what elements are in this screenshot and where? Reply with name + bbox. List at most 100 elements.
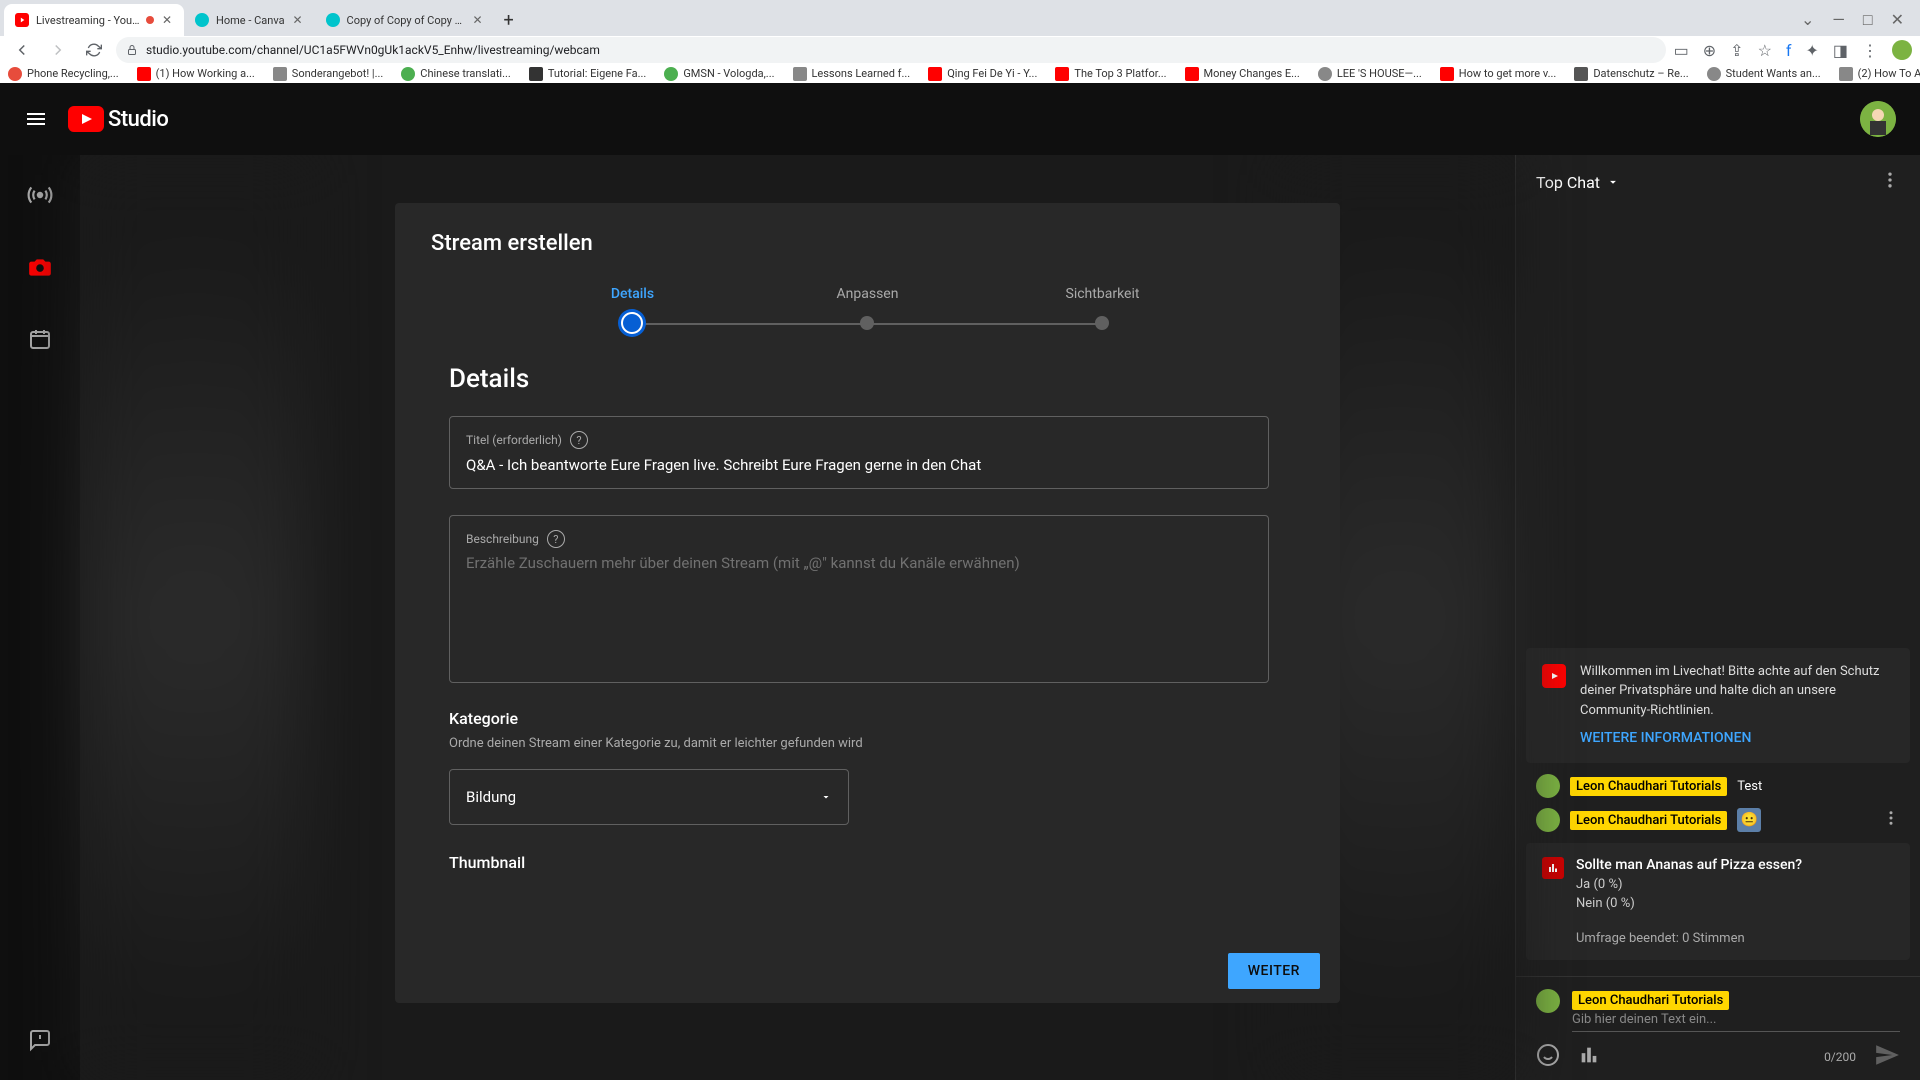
bookmark[interactable]: Chinese translati... bbox=[401, 67, 511, 81]
step-dot-icon bbox=[1095, 316, 1109, 330]
stepper: Details Anpassen Sichtbarkeit bbox=[395, 264, 1340, 344]
browser-menu-icon[interactable]: ⋮ bbox=[1862, 41, 1878, 60]
reload-button[interactable] bbox=[80, 36, 108, 64]
extensions-icon[interactable]: ✦ bbox=[1805, 41, 1818, 60]
close-icon[interactable]: ✕ bbox=[471, 13, 485, 27]
tab-active[interactable]: Livestreaming - YouTube S ✕ bbox=[4, 4, 184, 36]
poll-button[interactable] bbox=[1578, 1044, 1600, 1070]
back-button[interactable] bbox=[8, 36, 36, 64]
bookmark[interactable]: Sonderangebot! |... bbox=[273, 67, 384, 81]
maximize-icon[interactable]: □ bbox=[1863, 10, 1873, 30]
bookmark[interactable]: (2) How To Add A... bbox=[1839, 67, 1920, 81]
bookmark[interactable]: Datenschutz – Re... bbox=[1574, 67, 1688, 81]
sidebar-item-manage[interactable] bbox=[18, 317, 62, 361]
recording-indicator bbox=[146, 16, 154, 24]
app-header: Studio bbox=[0, 83, 1920, 155]
section-title: Details bbox=[449, 364, 1286, 394]
tab[interactable]: Copy of Copy of Copy of Cop ✕ bbox=[315, 4, 495, 36]
calendar-icon bbox=[28, 327, 52, 351]
emoji-picker-button[interactable] bbox=[1536, 1043, 1560, 1071]
poll-status: Umfrage beendet: 0 Stimmen bbox=[1576, 931, 1894, 946]
youtube-studio-logo[interactable]: Studio bbox=[68, 106, 168, 132]
chat-messages[interactable]: Willkommen im Livechat! Bitte achte auf … bbox=[1516, 209, 1920, 976]
sidebar-item-webcam[interactable] bbox=[18, 245, 62, 289]
bookmark[interactable]: GMSN - Vologda,... bbox=[664, 67, 774, 81]
bookmark[interactable]: LEE 'S HOUSE—... bbox=[1318, 67, 1422, 81]
message-menu[interactable] bbox=[1882, 809, 1900, 831]
chat-menu-button[interactable] bbox=[1880, 170, 1900, 194]
step-customize[interactable]: Anpassen bbox=[751, 286, 984, 334]
title-field[interactable]: Titel (erforderlich) ? bbox=[449, 416, 1269, 489]
create-stream-modal: Stream erstellen Details Anpassen Sicht bbox=[395, 203, 1340, 1003]
user-avatar bbox=[1536, 989, 1560, 1013]
chat-author-badge: Leon Chaudhari Tutorials bbox=[1572, 991, 1729, 1010]
step-visibility[interactable]: Sichtbarkeit bbox=[986, 286, 1219, 334]
sidebar-item-feedback[interactable] bbox=[18, 1018, 62, 1062]
chat-input[interactable] bbox=[1572, 1012, 1900, 1032]
description-field[interactable]: Beschreibung ? bbox=[449, 515, 1269, 683]
canva-icon bbox=[325, 12, 341, 28]
poll-question: Sollte man Ananas auf Pizza essen? bbox=[1576, 857, 1802, 873]
close-icon[interactable]: ✕ bbox=[291, 13, 305, 27]
bookmark[interactable]: The Top 3 Platfor... bbox=[1055, 67, 1166, 81]
hamburger-menu[interactable] bbox=[24, 107, 48, 131]
user-avatar[interactable] bbox=[1536, 774, 1560, 798]
bookmark[interactable]: Lessons Learned f... bbox=[793, 67, 911, 81]
category-description: Ordne deinen Stream einer Kategorie zu, … bbox=[449, 736, 1286, 751]
chevron-down-icon bbox=[1606, 175, 1620, 189]
more-info-link[interactable]: WEITERE INFORMATIONEN bbox=[1580, 728, 1751, 749]
emoji-icon bbox=[1536, 1043, 1560, 1067]
tab[interactable]: Home - Canva ✕ bbox=[184, 4, 315, 36]
close-window-icon[interactable]: ✕ bbox=[1891, 10, 1904, 30]
category-select[interactable]: Bildung bbox=[449, 769, 849, 825]
bookmark[interactable]: Tutorial: Eigene Fa... bbox=[529, 67, 647, 81]
chat-message: Leon Chaudhari Tutorials Test bbox=[1516, 769, 1920, 803]
profile-avatar[interactable] bbox=[1892, 40, 1912, 60]
share-icon[interactable]: ⇪ bbox=[1730, 41, 1743, 60]
next-button[interactable]: WEITER bbox=[1228, 953, 1320, 989]
bookmark[interactable]: Phone Recycling,... bbox=[8, 67, 119, 81]
chat-author-badge[interactable]: Leon Chaudhari Tutorials bbox=[1570, 777, 1727, 796]
account-avatar[interactable] bbox=[1860, 101, 1896, 137]
broadcast-icon bbox=[27, 182, 53, 208]
help-icon[interactable]: ? bbox=[547, 530, 565, 548]
user-avatar[interactable] bbox=[1536, 808, 1560, 832]
description-input[interactable] bbox=[466, 554, 1252, 664]
new-tab-button[interactable]: + bbox=[495, 6, 523, 34]
bookmark[interactable]: Qing Fei De Yi - Y... bbox=[928, 67, 1037, 81]
bookmark[interactable]: Money Changes E... bbox=[1185, 67, 1300, 81]
modal-body[interactable]: Details Titel (erforderlich) ? Beschreib… bbox=[395, 344, 1340, 939]
bookmark[interactable]: How to get more v... bbox=[1440, 67, 1557, 81]
facebook-ext-icon[interactable]: f bbox=[1786, 41, 1792, 60]
window-controls: ⌄ — □ ✕ bbox=[1801, 10, 1916, 30]
chat-mode-selector[interactable]: Top Chat bbox=[1536, 173, 1620, 192]
url-input[interactable]: studio.youtube.com/channel/UC1a5FWVn0gUk… bbox=[116, 37, 1666, 63]
camera-icon bbox=[27, 254, 53, 280]
poll-option: Nein (0 %) bbox=[1576, 896, 1802, 911]
app: Studio Stre bbox=[0, 83, 1920, 1080]
chevron-down-icon[interactable]: ⌄ bbox=[1801, 10, 1814, 30]
bookmark[interactable]: (1) How Working a... bbox=[137, 67, 255, 81]
send-icon bbox=[1874, 1042, 1900, 1068]
chat-panel: Top Chat Willkommen im Livechat! Bitte a… bbox=[1515, 155, 1920, 1080]
bookmark[interactable]: Student Wants an... bbox=[1707, 67, 1821, 81]
star-icon[interactable]: ☆ bbox=[1758, 41, 1772, 60]
step-details[interactable]: Details bbox=[516, 286, 749, 334]
close-icon[interactable]: ✕ bbox=[160, 13, 174, 27]
studio-label: Studio bbox=[108, 107, 168, 132]
step-dot-icon bbox=[860, 316, 874, 330]
send-button[interactable] bbox=[1874, 1042, 1900, 1072]
sidebar-item-stream[interactable] bbox=[18, 173, 62, 217]
side-panel-icon[interactable]: ◨ bbox=[1833, 41, 1848, 60]
zoom-icon[interactable]: ⊕ bbox=[1703, 41, 1716, 60]
chat-author-badge[interactable]: Leon Chaudhari Tutorials bbox=[1570, 811, 1727, 830]
camera-icon[interactable]: ▭ bbox=[1674, 41, 1689, 60]
forward-button[interactable] bbox=[44, 36, 72, 64]
help-icon[interactable]: ? bbox=[570, 431, 588, 449]
browser-chrome: Livestreaming - YouTube S ✕ Home - Canva… bbox=[0, 0, 1920, 83]
poll-icon bbox=[1578, 1044, 1600, 1066]
minimize-icon[interactable]: — bbox=[1832, 10, 1845, 30]
more-icon bbox=[1880, 170, 1900, 190]
address-bar: studio.youtube.com/channel/UC1a5FWVn0gUk… bbox=[0, 36, 1920, 64]
title-input[interactable] bbox=[466, 456, 1252, 474]
